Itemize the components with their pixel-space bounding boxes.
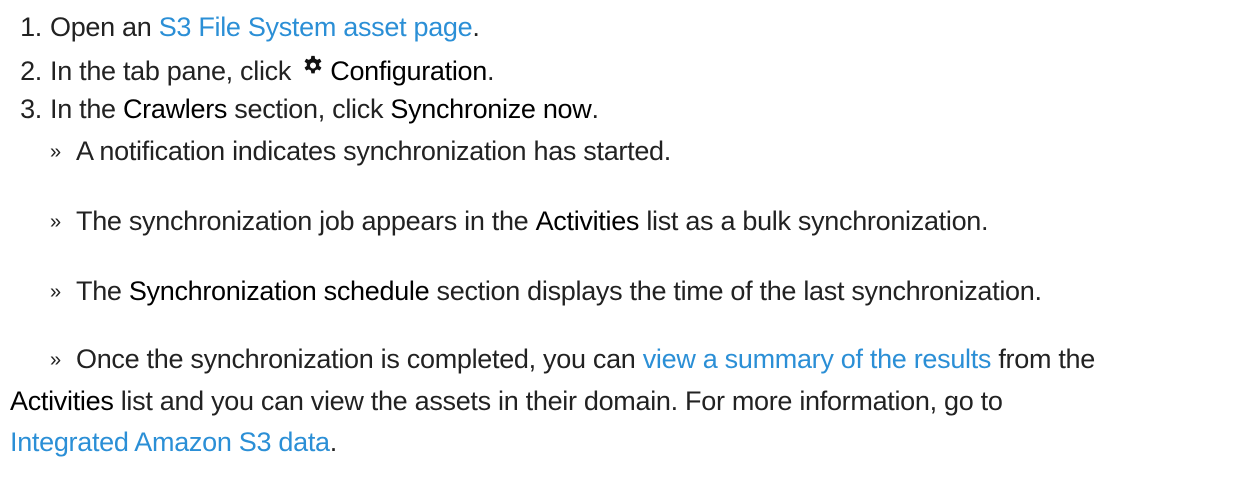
result-text: The (76, 276, 129, 306)
step-text: Open an (50, 12, 159, 42)
integrated-s3-data-link[interactable]: Integrated Amazon S3 data (10, 427, 330, 457)
result-text-mid2: list and you can view the assets in thei… (113, 386, 1003, 416)
step-text-end: . (486, 56, 495, 86)
result-marker: » (50, 141, 61, 163)
result-line-3: Integrated Amazon S3 data. (10, 422, 1235, 463)
result-note-4: » Once the synchronization is completed, … (10, 339, 1235, 463)
result-text: The synchronization job appears in the (76, 206, 536, 236)
result-text-end: list as a bulk synchronization. (639, 206, 989, 236)
result-line-1: » Once the synchronization is completed, … (10, 339, 1235, 381)
step-number: 2. (20, 56, 42, 86)
result-marker: » (50, 281, 61, 303)
result-text-end: . (329, 427, 338, 457)
results-summary-link[interactable]: view a summary of the results (643, 344, 992, 374)
result-line-2: Activities list and you can view the ass… (10, 381, 1235, 422)
step-text-end: . (472, 12, 480, 42)
result-marker: » (50, 211, 61, 233)
step-text-mid: section, click (227, 94, 391, 124)
result-text-mid: from the (991, 344, 1095, 374)
step-text-end: . (591, 94, 599, 124)
result-marker: » (50, 349, 61, 371)
configuration-tab-label: Configuration (330, 56, 487, 86)
step-2: 2. In the tab pane, click Configuration. (10, 53, 494, 87)
synchronization-schedule-label: Synchronization schedule (128, 276, 430, 306)
step-number: 3. (20, 94, 42, 124)
result-text: Once the synchronization is completed, y… (76, 344, 643, 374)
result-note-1: » A notification indicates synchronizatio… (50, 136, 671, 167)
step-text: In the tab pane, click (50, 56, 299, 86)
gear-icon (302, 53, 324, 75)
step-text: In the (50, 94, 123, 124)
step-3: 3. In the Crawlers section, click Synchro… (10, 94, 599, 125)
result-text: A notification indicates synchronization… (76, 136, 671, 166)
synchronize-now-label: Synchronize now (390, 94, 592, 124)
result-note-3: » The Synchronization schedule section di… (50, 276, 1042, 307)
result-text-end: section displays the time of the last sy… (429, 276, 1042, 306)
crawlers-section-label: Crawlers (122, 94, 228, 124)
activities-label: Activities (535, 206, 640, 236)
step-1: 1. Open an S3 File System asset page. (10, 12, 480, 43)
activities-label: Activities (10, 386, 114, 416)
step-number: 1. (20, 12, 42, 42)
s3-asset-page-link[interactable]: S3 File System asset page (159, 12, 473, 42)
result-note-2: » The synchronization job appears in the … (50, 206, 989, 237)
